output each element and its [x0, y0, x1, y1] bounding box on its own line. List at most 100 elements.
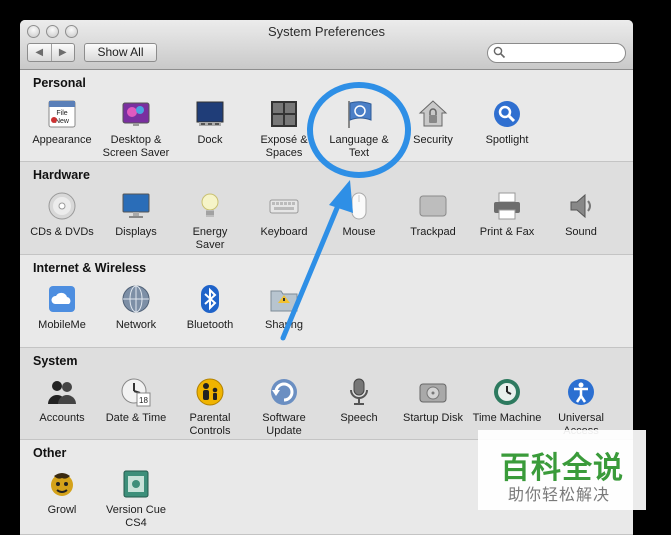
pref-pane-label: Spotlight	[485, 134, 529, 146]
pref-pane-mobileme[interactable]: MobileMe	[25, 283, 99, 332]
pref-pane-label: CS4	[125, 517, 147, 529]
section-title: Other	[33, 446, 67, 460]
pref-pane-label: Displays	[115, 226, 157, 238]
pref-pane-label: Print & Fax	[479, 226, 535, 238]
section-hardware: Hardware CDs & DVDs Displays Energy Saver Key…	[20, 162, 633, 255]
pref-pane-label: Text	[348, 147, 370, 159]
pref-pane-label: Accounts	[39, 412, 85, 424]
section-internet-wireless: Internet & Wireless MobileMe Network Blueto…	[20, 255, 633, 348]
show-all-button[interactable]: Show All	[84, 43, 157, 62]
time-machine-icon	[491, 376, 523, 408]
section-title: Internet & Wireless	[33, 261, 147, 275]
pref-pane-speech[interactable]: Speech	[322, 376, 396, 425]
bluetooth-icon	[194, 283, 226, 315]
keyboard-icon	[268, 190, 300, 222]
back-forward-control: ◀ ▶	[27, 43, 75, 62]
pref-pane-label: Appearance	[32, 134, 92, 146]
language-text-icon	[343, 98, 375, 130]
printer-icon	[491, 190, 523, 222]
sharing-folder-icon	[268, 283, 300, 315]
section-title: System	[33, 354, 78, 368]
forward-button[interactable]: ▶	[50, 44, 75, 61]
microphone-icon	[343, 376, 375, 408]
pref-pane-label: Spaces	[265, 147, 303, 159]
pref-pane-language-text[interactable]: Language & Text	[322, 98, 396, 160]
pref-pane-label: Sound	[565, 226, 597, 238]
pref-pane-label: Version Cue	[106, 504, 166, 516]
mouse-icon	[343, 190, 375, 222]
pref-pane-trackpad[interactable]: Trackpad	[396, 190, 470, 239]
pref-pane-energy-saver[interactable]: Energy Saver	[173, 190, 247, 252]
universal-access-icon	[565, 376, 597, 408]
version-cue-icon	[120, 468, 152, 500]
pref-pane-spotlight[interactable]: Spotlight	[470, 98, 544, 147]
pref-pane-print-fax[interactable]: Print & Fax	[470, 190, 544, 239]
pref-pane-label: Startup Disk	[403, 412, 463, 424]
software-update-icon	[268, 376, 300, 408]
growl-icon	[46, 468, 78, 500]
pref-pane-label: Exposé &	[260, 134, 308, 146]
title-bar: System Preferences ◀ ▶ Show All	[20, 20, 633, 70]
cd-icon	[46, 190, 78, 222]
pref-pane-expos-spaces[interactable]: Exposé & Spaces	[247, 98, 321, 160]
pref-pane-accounts[interactable]: Accounts	[25, 376, 99, 425]
pref-pane-label: Keyboard	[260, 226, 308, 238]
pref-pane-label: Mouse	[342, 226, 376, 238]
pref-pane-appearance[interactable]: File New Appearance	[25, 98, 99, 147]
security-house-icon	[417, 98, 449, 130]
pref-pane-desktop-screen-saver[interactable]: Desktop & Screen Saver	[99, 98, 173, 160]
pref-pane-startup-disk[interactable]: Startup Disk	[396, 376, 470, 425]
pref-pane-label: Universal	[558, 412, 604, 424]
search-icon	[493, 46, 506, 59]
pref-pane-label: Time Machine	[472, 412, 542, 424]
pref-pane-label: Update	[266, 425, 302, 437]
pref-pane-mouse[interactable]: Mouse	[322, 190, 396, 239]
pref-pane-label: Language &	[329, 134, 389, 146]
pref-pane-date-time[interactable]: 18 Date & Time	[99, 376, 173, 425]
pref-pane-dock[interactable]: Dock	[173, 98, 247, 147]
pref-pane-parental-controls[interactable]: Parental Controls	[173, 376, 247, 438]
search-field[interactable]	[487, 43, 626, 63]
pref-pane-universal-access[interactable]: UniversalAccess	[544, 376, 618, 438]
svg-text:18: 18	[139, 396, 148, 405]
pref-pane-software-update[interactable]: Software Update	[247, 376, 321, 438]
pref-pane-label: CDs & DVDs	[30, 226, 94, 238]
pref-pane-time-machine[interactable]: Time Machine	[470, 376, 544, 425]
trackpad-icon	[417, 190, 449, 222]
pref-pane-sound[interactable]: Sound	[544, 190, 618, 239]
pref-pane-displays[interactable]: Displays	[99, 190, 173, 239]
pref-pane-network[interactable]: Network	[99, 283, 173, 332]
search-input[interactable]	[508, 45, 618, 61]
dock-icon	[194, 98, 226, 130]
pref-pane-version-cue-cs4[interactable]: Version Cue CS4	[99, 468, 173, 530]
section-system: System Accounts 18 Date & Time Parental Contr…	[20, 348, 633, 440]
pref-pane-security[interactable]: Security	[396, 98, 470, 147]
expose-spaces-icon	[268, 98, 300, 130]
display-icon	[120, 190, 152, 222]
window-title: System Preferences	[267, 24, 386, 39]
pref-pane-label: Desktop &	[110, 134, 162, 146]
pref-pane-label: Saver	[195, 239, 225, 251]
svg-text:File: File	[56, 110, 67, 117]
pref-pane-cds-dvds[interactable]: CDs & DVDs	[25, 190, 99, 239]
back-button[interactable]: ◀	[28, 44, 51, 61]
pref-pane-label: Speech	[340, 412, 378, 424]
pref-pane-label: Parental	[189, 412, 231, 424]
parental-controls-icon	[194, 376, 226, 408]
pref-pane-label: Network	[115, 319, 157, 331]
pref-pane-label: Growl	[47, 504, 77, 516]
startup-disk-icon	[417, 376, 449, 408]
watermark-subtitle: 助你轻松解决	[508, 487, 611, 504]
pref-pane-label: Software	[262, 412, 306, 424]
pref-pane-growl[interactable]: Growl	[25, 468, 99, 517]
pref-pane-sharing[interactable]: Sharing	[247, 283, 321, 332]
pref-pane-label: Energy	[192, 226, 228, 238]
pref-pane-label: Dock	[197, 134, 223, 146]
appearance-icon: File New	[46, 98, 78, 130]
pref-pane-label: Trackpad	[410, 226, 456, 238]
pref-pane-label: Date & Time	[105, 412, 167, 424]
pref-pane-keyboard[interactable]: Keyboard	[247, 190, 321, 239]
pref-pane-label: Controls	[189, 425, 231, 437]
spotlight-icon	[491, 98, 523, 130]
pref-pane-bluetooth[interactable]: Bluetooth	[173, 283, 247, 332]
